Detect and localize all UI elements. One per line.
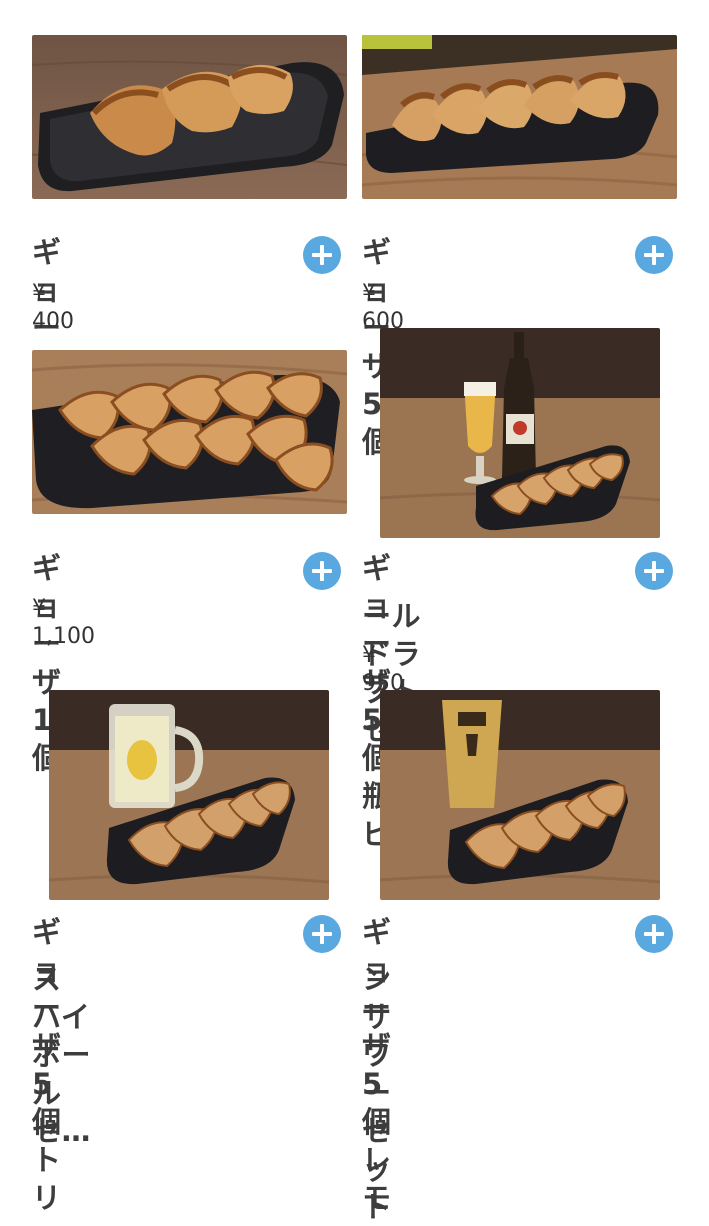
item-photo[interactable] bbox=[32, 35, 347, 199]
item-photo[interactable] bbox=[49, 690, 329, 900]
plus-circle-icon[interactable] bbox=[303, 552, 341, 590]
item-price: ¥ 400 bbox=[32, 281, 74, 334]
item-name-line2: スハイボールセ… bbox=[32, 962, 92, 1148]
item-photo[interactable] bbox=[32, 350, 347, 514]
plus-circle-icon[interactable] bbox=[635, 552, 673, 590]
item-photo[interactable] bbox=[380, 690, 660, 900]
plus-circle-icon[interactable] bbox=[303, 915, 341, 953]
plus-circle-icon[interactable] bbox=[635, 236, 673, 274]
item-name-line2: ンサワーセット bbox=[362, 962, 392, 1224]
item-photo[interactable] bbox=[362, 35, 677, 199]
item-photo[interactable] bbox=[380, 328, 660, 538]
plus-circle-icon[interactable] bbox=[635, 915, 673, 953]
plus-circle-icon[interactable] bbox=[303, 236, 341, 274]
item-price: ¥ 1,100 bbox=[32, 596, 95, 649]
